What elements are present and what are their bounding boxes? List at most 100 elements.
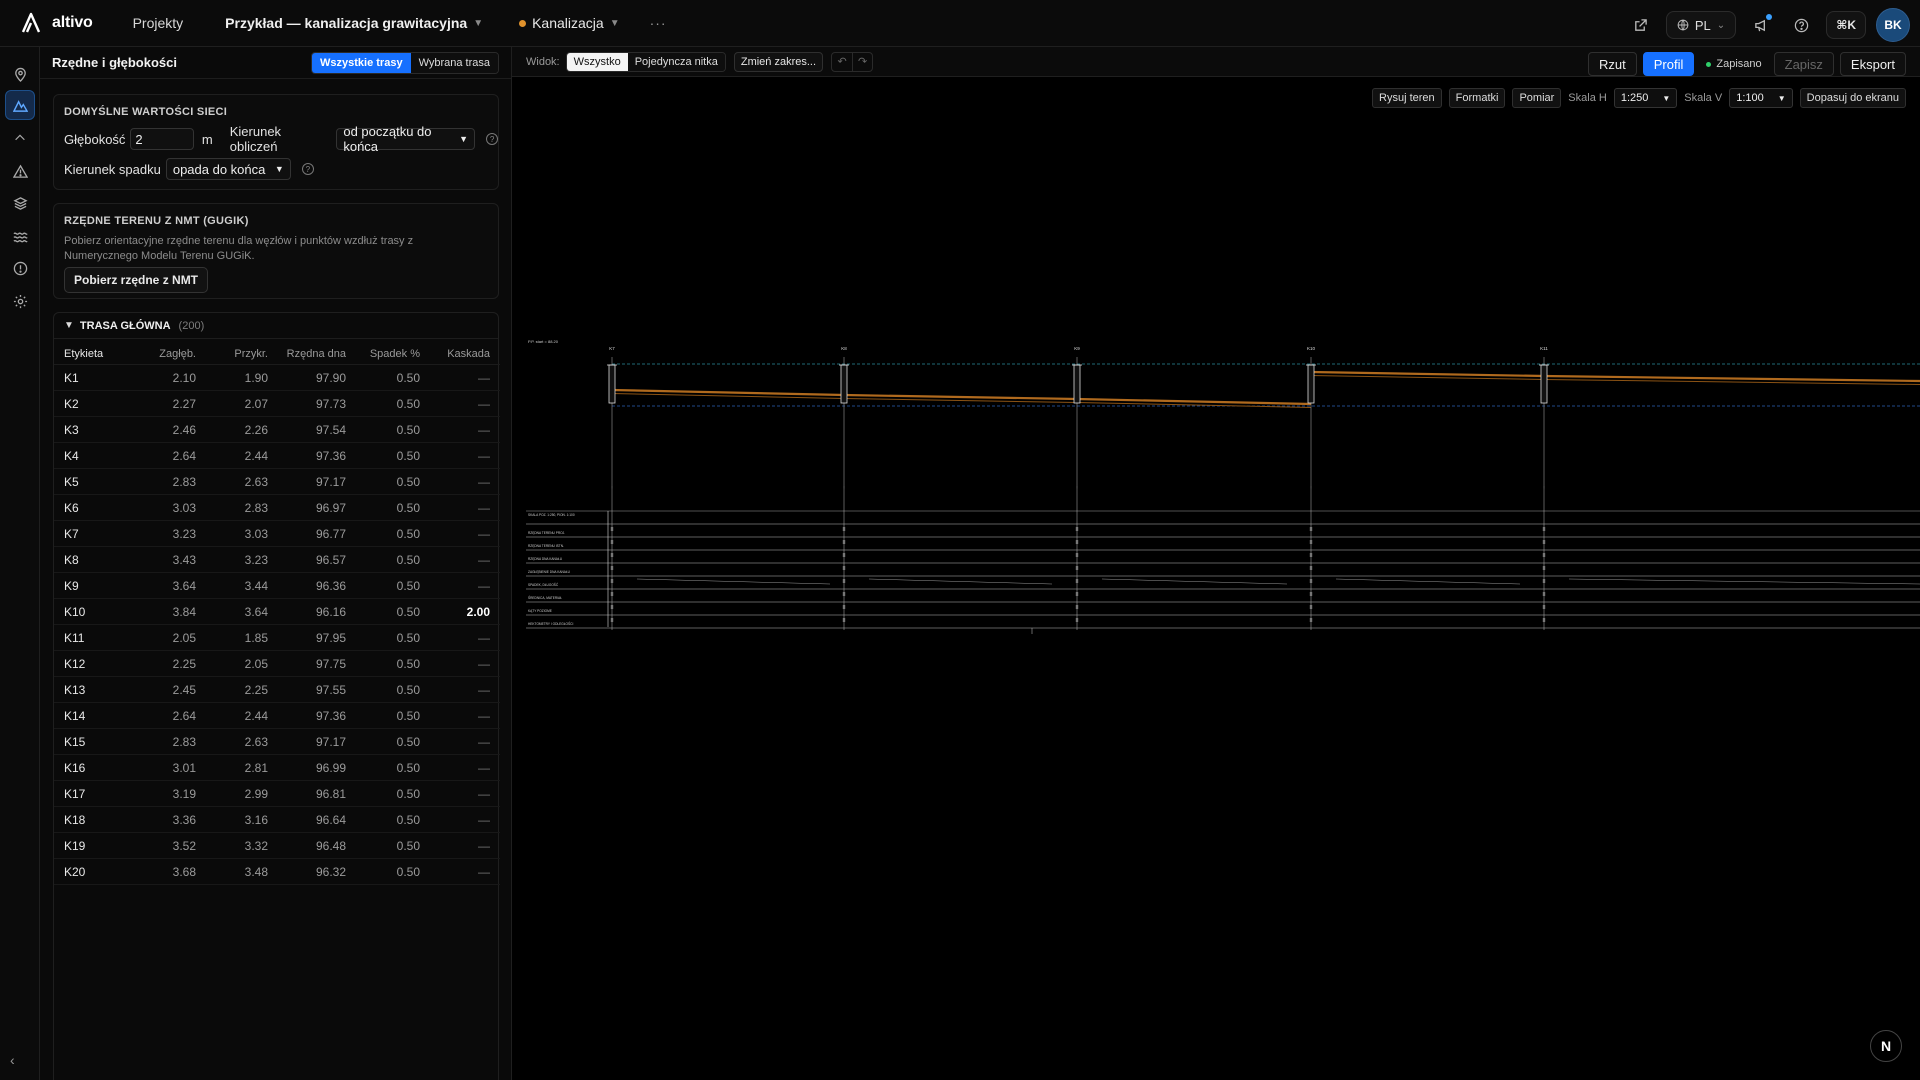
plan-view-button[interactable]: Rzut <box>1588 52 1637 76</box>
north-compass-button[interactable]: N <box>1870 1030 1902 1062</box>
table-row[interactable]: K14 2.64 2.44 97.36 0.50 — <box>54 703 500 729</box>
cell-label: K14 <box>64 708 86 723</box>
band-cell-value <box>842 579 846 583</box>
band-cell-value <box>1542 579 1546 583</box>
table-row[interactable]: K11 2.05 1.85 97.95 0.50 — <box>54 625 500 651</box>
external-link-icon[interactable] <box>1626 10 1656 40</box>
water-waves-icon[interactable] <box>5 221 35 251</box>
col-invert[interactable]: Rzędna dna <box>268 348 346 360</box>
cell-slope: 0.50 <box>396 526 420 541</box>
alert-circle-icon[interactable] <box>5 253 35 283</box>
cell-drop: — <box>478 422 490 437</box>
project-name: Przykład — kanalizacja grawitacyjna <box>225 15 468 31</box>
cell-cover: 2.83 <box>244 500 268 515</box>
fetch-nmt-button[interactable]: Pobierz rzędne z NMT <box>64 267 209 293</box>
profile-view-button[interactable]: Profil <box>1642 52 1695 76</box>
scope-all-routes[interactable]: Wszystkie trasy <box>312 52 411 73</box>
band-cell-value <box>1309 605 1313 609</box>
table-row[interactable]: K12 2.25 2.05 97.75 0.50 — <box>54 651 500 677</box>
table-row[interactable]: K15 2.83 2.63 97.17 0.50 — <box>54 729 500 755</box>
cell-label: K18 <box>64 812 86 827</box>
slope-direction-select[interactable]: opada do końca ▼ <box>165 158 291 180</box>
command-palette-button[interactable]: ⌘K <box>1826 11 1866 39</box>
cell-label: K9 <box>64 578 79 593</box>
avatar[interactable]: BK <box>1876 8 1910 42</box>
band-cell-value <box>610 553 614 557</box>
profile-canvas[interactable]: P.P. start = 88.20 K7 | K8 | K9 | K10 | K11 | SKALA… <box>512 77 1920 1080</box>
calc-direction-select[interactable]: od początku do końca ▼ <box>336 124 476 154</box>
cell-depth: 3.84 <box>172 604 196 619</box>
project-selector[interactable]: Przykład — kanalizacja grawitacyjna ▼ <box>225 15 483 31</box>
band-cell-value <box>842 592 846 596</box>
gear-icon[interactable] <box>5 286 35 316</box>
altivo-logo-icon <box>21 12 41 33</box>
table-row[interactable]: K6 3.03 2.83 96.97 0.50 — <box>54 495 500 521</box>
table-row[interactable]: K4 2.64 2.44 97.36 0.50 — <box>54 443 500 469</box>
help-icon[interactable]: ? <box>301 163 314 175</box>
network-selector[interactable]: Kanalizacja ▼ <box>519 15 620 31</box>
band-cell-value <box>1309 527 1313 531</box>
cell-drop: — <box>478 396 490 411</box>
col-label[interactable]: Etykieta <box>64 348 132 360</box>
col-depth[interactable]: Zagłęb. <box>132 348 196 360</box>
table-row[interactable]: K10 3.84 3.64 96.16 0.50 2.00 <box>54 599 500 625</box>
table-row[interactable]: K13 2.45 2.25 97.55 0.50 — <box>54 677 500 703</box>
cell-invert: 96.32 <box>315 864 346 879</box>
save-button[interactable]: Zapisz <box>1773 52 1834 76</box>
chevron-up-icon[interactable] <box>5 123 35 153</box>
table-row[interactable]: K8 3.43 3.23 96.57 0.50 — <box>54 547 500 573</box>
band-row-label: RZĘDNA DNA KANAŁU <box>528 557 563 561</box>
cell-cover: 2.63 <box>244 474 268 489</box>
cell-drop: — <box>478 552 490 567</box>
collapse-triangle-icon: ▼ <box>64 320 74 331</box>
table-row[interactable]: K2 2.27 2.07 97.73 0.50 — <box>54 391 500 417</box>
logo[interactable]: altivo <box>20 12 93 34</box>
view-single-button[interactable]: Pojedyncza nitka <box>627 52 725 71</box>
band-cell-value <box>610 605 614 609</box>
table-row[interactable]: K16 3.01 2.81 96.99 0.50 — <box>54 755 500 781</box>
col-drop[interactable]: Kaskada <box>420 348 490 360</box>
table-row[interactable]: K20 3.68 3.48 96.32 0.50 — <box>54 859 500 885</box>
redo-icon[interactable]: ↷ <box>852 52 872 71</box>
nav-projects[interactable]: Projekty <box>133 15 184 31</box>
cell-drop: — <box>478 526 490 541</box>
band-cell-value <box>1309 618 1313 622</box>
col-slope[interactable]: Spadek % <box>346 348 420 360</box>
cell-label: K8 <box>64 552 79 567</box>
help-icon[interactable]: ? <box>486 133 498 145</box>
language-selector[interactable]: PL ⌄ <box>1665 11 1737 39</box>
table-row[interactable]: K17 3.19 2.99 96.81 0.50 — <box>54 781 500 807</box>
view-mode-toggle: Wszystko Pojedyncza nitka <box>565 51 726 72</box>
table-row[interactable]: K1 2.10 1.90 97.90 0.50 — <box>54 365 500 391</box>
help-icon[interactable] <box>1786 10 1816 40</box>
depth-label: Głębokość <box>64 131 126 147</box>
table-row[interactable]: K9 3.64 3.44 96.36 0.50 — <box>54 573 500 599</box>
table-row[interactable]: K18 3.36 3.16 96.64 0.50 — <box>54 807 500 833</box>
export-button[interactable]: Eksport <box>1839 52 1906 76</box>
notifications-button[interactable] <box>1746 10 1776 40</box>
table-row[interactable]: K19 3.52 3.32 96.48 0.50 — <box>54 833 500 859</box>
warning-icon[interactable] <box>5 156 35 186</box>
scope-selected-route[interactable]: Wybrana trasa <box>410 52 498 73</box>
table-row[interactable]: K5 2.83 2.63 97.17 0.50 — <box>54 469 500 495</box>
collapse-sidebar-icon[interactable]: ‹ <box>10 1052 15 1068</box>
route-title: TRASA GŁÓWNA <box>79 319 171 332</box>
depth-input[interactable]: 2 <box>130 128 194 150</box>
cell-label: K10 <box>64 604 86 619</box>
more-menu-button[interactable]: ··· <box>650 15 667 31</box>
undo-icon[interactable]: ↶ <box>832 53 852 71</box>
cell-cover: 2.81 <box>244 760 268 775</box>
calc-direction-value: od początku do końca <box>343 124 432 154</box>
change-range-button[interactable]: Zmień zakres... <box>733 51 824 72</box>
node-label: K9 <box>1074 346 1080 351</box>
layers-stack-icon[interactable] <box>5 188 35 218</box>
cell-label: K13 <box>64 682 86 697</box>
manhole-shaft <box>1540 364 1548 404</box>
profile-mountain-icon[interactable] <box>5 90 35 120</box>
map-pin-icon[interactable] <box>5 59 35 89</box>
table-row[interactable]: K3 2.46 2.26 97.54 0.50 — <box>54 417 500 443</box>
table-row[interactable]: K7 3.23 3.03 96.77 0.50 — <box>54 521 500 547</box>
route-header[interactable]: ▼ TRASA GŁÓWNA (200) <box>54 313 498 339</box>
col-cover[interactable]: Przykr. <box>196 348 268 360</box>
view-all-button[interactable]: Wszystko <box>566 52 628 71</box>
